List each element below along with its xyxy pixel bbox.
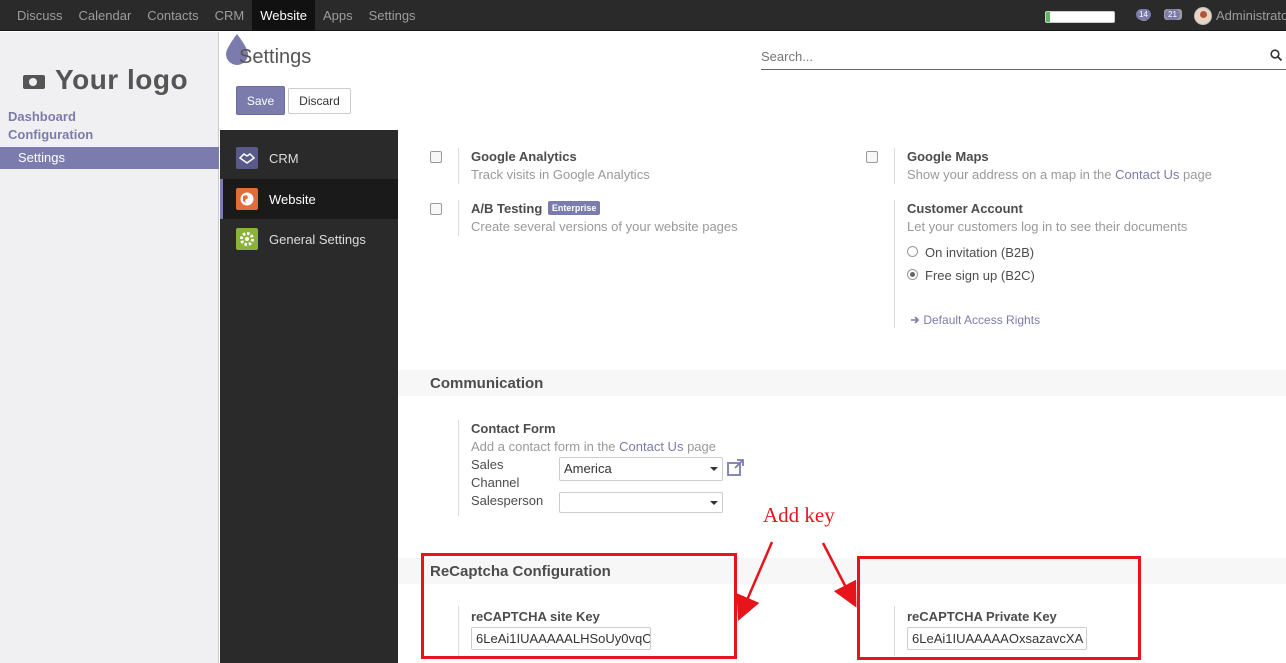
salesperson-label: Salesperson xyxy=(471,493,544,508)
annotation-box-site-key xyxy=(421,553,737,659)
contact-form-desc: Add a contact form in the Contact Us pag… xyxy=(471,439,716,454)
company-logo[interactable]: Your logo xyxy=(23,50,199,110)
activity-icon[interactable]: 14 xyxy=(1132,8,1154,22)
contact-form-title: Contact Form xyxy=(471,421,556,436)
avatar xyxy=(1194,6,1212,25)
save-button[interactable]: Save xyxy=(236,86,285,115)
contact-us-link[interactable]: Contact Us xyxy=(619,439,683,454)
google-analytics-checkbox[interactable] xyxy=(430,151,442,163)
app-nav-label: Website xyxy=(269,191,316,207)
enterprise-badge: Enterprise xyxy=(547,201,601,215)
arrow-right-icon xyxy=(911,316,920,324)
search-input[interactable] xyxy=(761,44,1241,68)
section-communication: Communication xyxy=(398,370,1286,396)
camera-icon xyxy=(23,71,45,89)
sidebar-item-configuration[interactable]: Configuration xyxy=(8,127,93,142)
gear-icon xyxy=(236,228,258,250)
ab-testing-desc: Create several versions of your website … xyxy=(471,219,738,234)
menu-website[interactable]: Website xyxy=(252,0,315,31)
settings-app-nav: CRM Website General Settings xyxy=(220,130,398,663)
sales-channel-label: Sales xyxy=(471,457,504,472)
select-value: America xyxy=(564,461,612,476)
sales-channel-select[interactable]: America xyxy=(559,457,723,481)
search-icon[interactable] xyxy=(1270,49,1282,61)
google-maps-checkbox[interactable] xyxy=(866,151,878,163)
menu-apps[interactable]: Apps xyxy=(315,0,361,31)
section-title: Communication xyxy=(430,375,544,392)
sales-channel-label-2: Channel xyxy=(471,475,520,490)
contact-us-link[interactable]: Contact Us xyxy=(1115,167,1179,182)
divider xyxy=(894,200,895,328)
ab-testing-label: A/B Testing xyxy=(471,201,543,216)
menu-crm[interactable]: CRM xyxy=(207,0,253,31)
link-text: Default Access Rights xyxy=(923,313,1041,327)
sidebar-item-settings[interactable]: Settings xyxy=(0,147,219,169)
default-access-rights-link[interactable]: Default Access Rights xyxy=(910,313,1040,327)
annotation-label: Add key xyxy=(763,503,835,527)
google-maps-title: Google Maps xyxy=(907,149,989,164)
annotation-box-private-key xyxy=(857,556,1141,660)
globe-icon xyxy=(236,188,258,210)
app-nav-label: General Settings xyxy=(269,231,366,247)
page-title: Settings xyxy=(239,46,312,68)
app-menu: Discuss Calendar Contacts CRM Website Ap… xyxy=(0,0,424,31)
search-bar xyxy=(761,44,1286,70)
sidebar-item-dashboard[interactable]: Dashboard xyxy=(8,109,76,124)
app-nav-website[interactable]: Website xyxy=(220,179,398,219)
progress-fill xyxy=(1046,12,1051,22)
desc-text: Add a contact form in the xyxy=(471,439,620,454)
radio-on-invitation[interactable] xyxy=(907,246,918,257)
user-menu[interactable]: Administrator xyxy=(1194,0,1286,31)
chevron-down-icon xyxy=(710,501,718,505)
salesperson-select[interactable] xyxy=(559,492,723,513)
ab-testing-checkbox[interactable] xyxy=(430,203,442,215)
menu-contacts[interactable]: Contacts xyxy=(139,0,206,31)
top-navbar: Discuss Calendar Contacts CRM Website Ap… xyxy=(0,0,1286,31)
radio-free-signup[interactable] xyxy=(907,269,918,280)
menu-settings[interactable]: Settings xyxy=(361,0,424,31)
divider xyxy=(458,200,459,236)
chevron-down-icon xyxy=(710,467,718,471)
user-name: Administrator xyxy=(1216,8,1286,23)
radio-label-b2b: On invitation (B2B) xyxy=(925,245,1035,260)
google-analytics-desc: Track visits in Google Analytics xyxy=(471,167,650,182)
messages-icon[interactable]: 21 xyxy=(1161,8,1183,22)
customer-account-title: Customer Account xyxy=(907,201,1023,216)
divider xyxy=(458,420,459,516)
google-maps-desc: Show your address on a map in the Contac… xyxy=(907,167,1212,182)
onboarding-progress[interactable] xyxy=(1045,11,1115,23)
discard-button[interactable]: Discard xyxy=(288,88,351,114)
divider xyxy=(894,148,895,184)
customer-account-desc: Let your customers log in to see their d… xyxy=(907,219,1188,234)
ab-testing-title: A/B Testing Enterprise xyxy=(471,201,601,216)
menu-calendar[interactable]: Calendar xyxy=(71,0,140,31)
desc-text: Show your address on a map in the xyxy=(907,167,1116,182)
left-sidebar: Your logo Dashboard Configuration Settin… xyxy=(0,32,219,663)
google-analytics-title: Google Analytics xyxy=(471,149,577,164)
app-nav-general-settings[interactable]: General Settings xyxy=(220,219,398,259)
activities-count: 14 xyxy=(1136,9,1151,20)
logo-text: Your logo xyxy=(55,64,189,95)
desc-text: page xyxy=(1179,167,1212,182)
menu-discuss[interactable]: Discuss xyxy=(0,0,71,31)
desc-text: page xyxy=(683,439,716,454)
app-nav-label: CRM xyxy=(269,150,299,166)
external-link-icon[interactable] xyxy=(727,459,745,476)
messages-count: 21 xyxy=(1165,9,1180,20)
divider xyxy=(458,148,459,184)
radio-label-b2c: Free sign up (B2C) xyxy=(925,268,1035,283)
app-nav-crm[interactable]: CRM xyxy=(220,138,398,178)
handshake-icon xyxy=(236,147,258,169)
